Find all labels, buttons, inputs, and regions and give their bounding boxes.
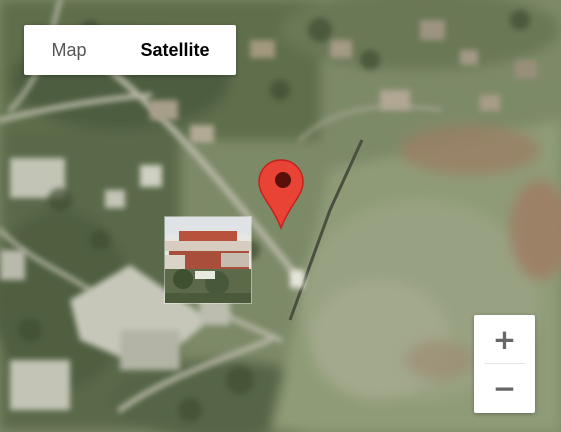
map-canvas[interactable]: Map Satellite + − bbox=[0, 0, 561, 432]
map-type-map-button[interactable]: Map bbox=[24, 25, 114, 75]
map-type-satellite-button[interactable]: Satellite bbox=[114, 25, 236, 75]
zoom-in-button[interactable]: + bbox=[474, 315, 535, 364]
street-view-photo[interactable] bbox=[164, 216, 252, 304]
zoom-control: + − bbox=[474, 315, 535, 413]
map-type-control: Map Satellite bbox=[24, 25, 236, 75]
zoom-out-button[interactable]: − bbox=[474, 364, 535, 413]
map-pin-icon[interactable] bbox=[256, 158, 306, 230]
